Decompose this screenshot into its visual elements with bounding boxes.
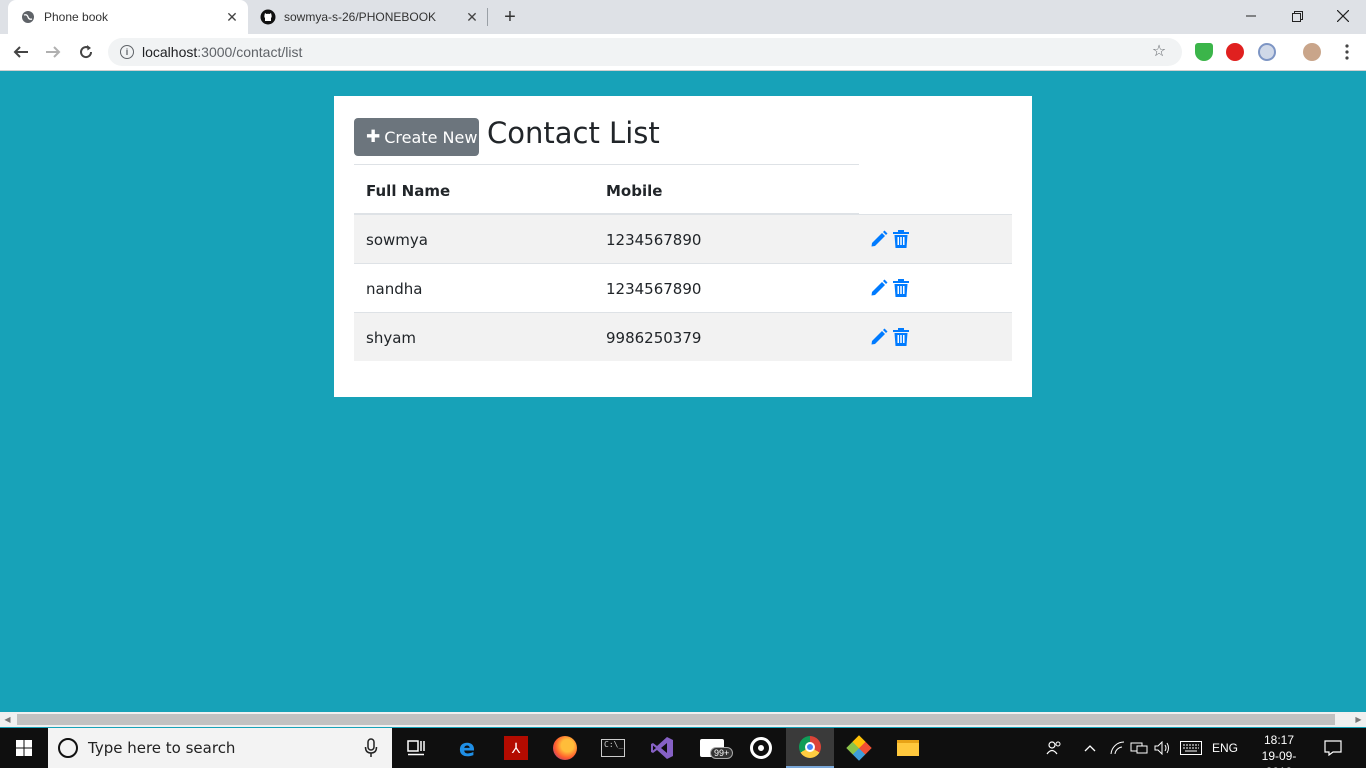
globe-icon: [20, 9, 36, 25]
tab-separator: [487, 8, 488, 26]
column-header-mobile: Mobile: [606, 182, 663, 200]
create-new-label: Create New: [384, 127, 478, 147]
browser-tab-strip: Phone book ✕ sowmya-s-26/PHONEBOOK ✕ +: [0, 0, 1366, 34]
notifications-icon[interactable]: [1324, 728, 1342, 768]
contact-mobile: 1234567890: [606, 280, 702, 298]
edit-pencil-icon[interactable]: [870, 278, 888, 298]
reload-button[interactable]: [73, 39, 99, 65]
scroll-left-arrow-icon[interactable]: ◀: [0, 712, 15, 727]
acrobat-icon[interactable]: ⅄: [492, 728, 540, 768]
language-indicator[interactable]: ENG: [1212, 728, 1238, 768]
table-row: nandha 1234567890: [354, 263, 1012, 312]
cortana-icon: [58, 738, 78, 758]
delete-trash-icon[interactable]: [892, 278, 910, 298]
notification-badge: 99+: [710, 747, 734, 759]
plus-icon: ✚: [366, 127, 381, 147]
firefox-icon[interactable]: [541, 728, 589, 768]
page-title: Contact List: [487, 116, 660, 150]
clock-time: 18:17: [1263, 733, 1295, 747]
tab-title: Phone book: [44, 10, 109, 24]
scroll-right-arrow-icon[interactable]: ▶: [1351, 712, 1366, 727]
edge-icon[interactable]: e: [443, 728, 491, 768]
people-icon[interactable]: [1046, 728, 1062, 768]
search-placeholder: Type here to search: [88, 739, 236, 757]
create-new-button[interactable]: ✚ Create New: [354, 118, 479, 156]
windows-taskbar: Type here to search e ⅄ C:\_ 99+ ENG 18:…: [0, 728, 1366, 768]
info-icon[interactable]: i: [120, 45, 134, 59]
url-host: localhost: [142, 44, 198, 60]
edit-pencil-icon[interactable]: [870, 327, 888, 347]
url-path: :3000/contact/list: [197, 44, 303, 60]
contacts-table: Full Name Mobile sowmya 1234567890 nandh…: [354, 164, 1012, 361]
visual-studio-icon[interactable]: [638, 728, 686, 768]
chevron-up-icon[interactable]: [1084, 728, 1096, 768]
restore-button[interactable]: [1274, 0, 1320, 32]
extension-icon[interactable]: [1258, 43, 1276, 61]
tab-github[interactable]: sowmya-s-26/PHONEBOOK ✕: [248, 0, 488, 34]
volume-icon[interactable]: [1154, 728, 1172, 768]
mail-icon[interactable]: 99+: [688, 728, 736, 768]
close-icon[interactable]: ✕: [462, 7, 482, 27]
avatar[interactable]: [1303, 43, 1321, 61]
delete-trash-icon[interactable]: [892, 327, 910, 347]
contact-name: sowmya: [366, 231, 428, 249]
contact-mobile: 1234567890: [606, 231, 702, 249]
windows-logo-icon: [16, 740, 32, 756]
forward-button[interactable]: [40, 39, 66, 65]
new-tab-button[interactable]: +: [498, 5, 522, 29]
adblock-extension-icon[interactable]: [1226, 43, 1244, 61]
delete-trash-icon[interactable]: [892, 229, 910, 249]
table-row: shyam 9986250379: [354, 312, 1012, 361]
table-header: Full Name Mobile: [354, 164, 859, 215]
horizontal-scrollbar[interactable]: ◀ ▶: [0, 712, 1366, 727]
scrollbar-thumb[interactable]: [17, 714, 1335, 725]
contact-name: shyam: [366, 329, 417, 347]
start-button[interactable]: [0, 728, 48, 768]
contact-mobile: 9986250379: [606, 329, 702, 347]
tab-title: sowmya-s-26/PHONEBOOK: [284, 10, 437, 24]
minimize-button[interactable]: [1228, 0, 1274, 32]
tab-phone-book[interactable]: Phone book ✕: [8, 0, 248, 34]
chrome-icon[interactable]: [786, 728, 834, 768]
network-icon[interactable]: [1130, 728, 1148, 768]
browser-toolbar: i localhost:3000/contact/list ☆: [0, 34, 1366, 71]
terminal-icon[interactable]: C:\_: [589, 728, 637, 768]
git-icon[interactable]: [835, 728, 883, 768]
close-icon[interactable]: ✕: [222, 7, 242, 27]
star-icon[interactable]: ☆: [1150, 43, 1168, 61]
shield-extension-icon[interactable]: [1195, 43, 1213, 61]
contact-list-card: ✚ Create New Contact List Full Name Mobi…: [334, 96, 1032, 397]
task-view-icon[interactable]: [392, 728, 440, 768]
microphone-icon[interactable]: [364, 738, 378, 758]
wifi-icon[interactable]: [1110, 728, 1126, 768]
column-header-full-name: Full Name: [366, 182, 451, 200]
close-window-button[interactable]: [1320, 0, 1366, 32]
table-row: sowmya 1234567890: [354, 214, 1012, 263]
back-button[interactable]: [8, 39, 34, 65]
clock-date: 19-09-2019: [1261, 749, 1297, 768]
github-icon: [260, 9, 276, 25]
menu-icon[interactable]: [1334, 39, 1360, 65]
contact-name: nandha: [366, 280, 423, 298]
taskbar-search-box[interactable]: Type here to search: [48, 728, 392, 768]
address-bar[interactable]: i localhost:3000/contact/list ☆: [108, 38, 1182, 66]
system-clock[interactable]: 18:17 19-09-2019: [1254, 732, 1304, 768]
file-explorer-icon[interactable]: [884, 728, 932, 768]
edit-pencil-icon[interactable]: [870, 229, 888, 249]
keyboard-icon[interactable]: [1180, 728, 1202, 768]
media-icon[interactable]: [737, 728, 785, 768]
